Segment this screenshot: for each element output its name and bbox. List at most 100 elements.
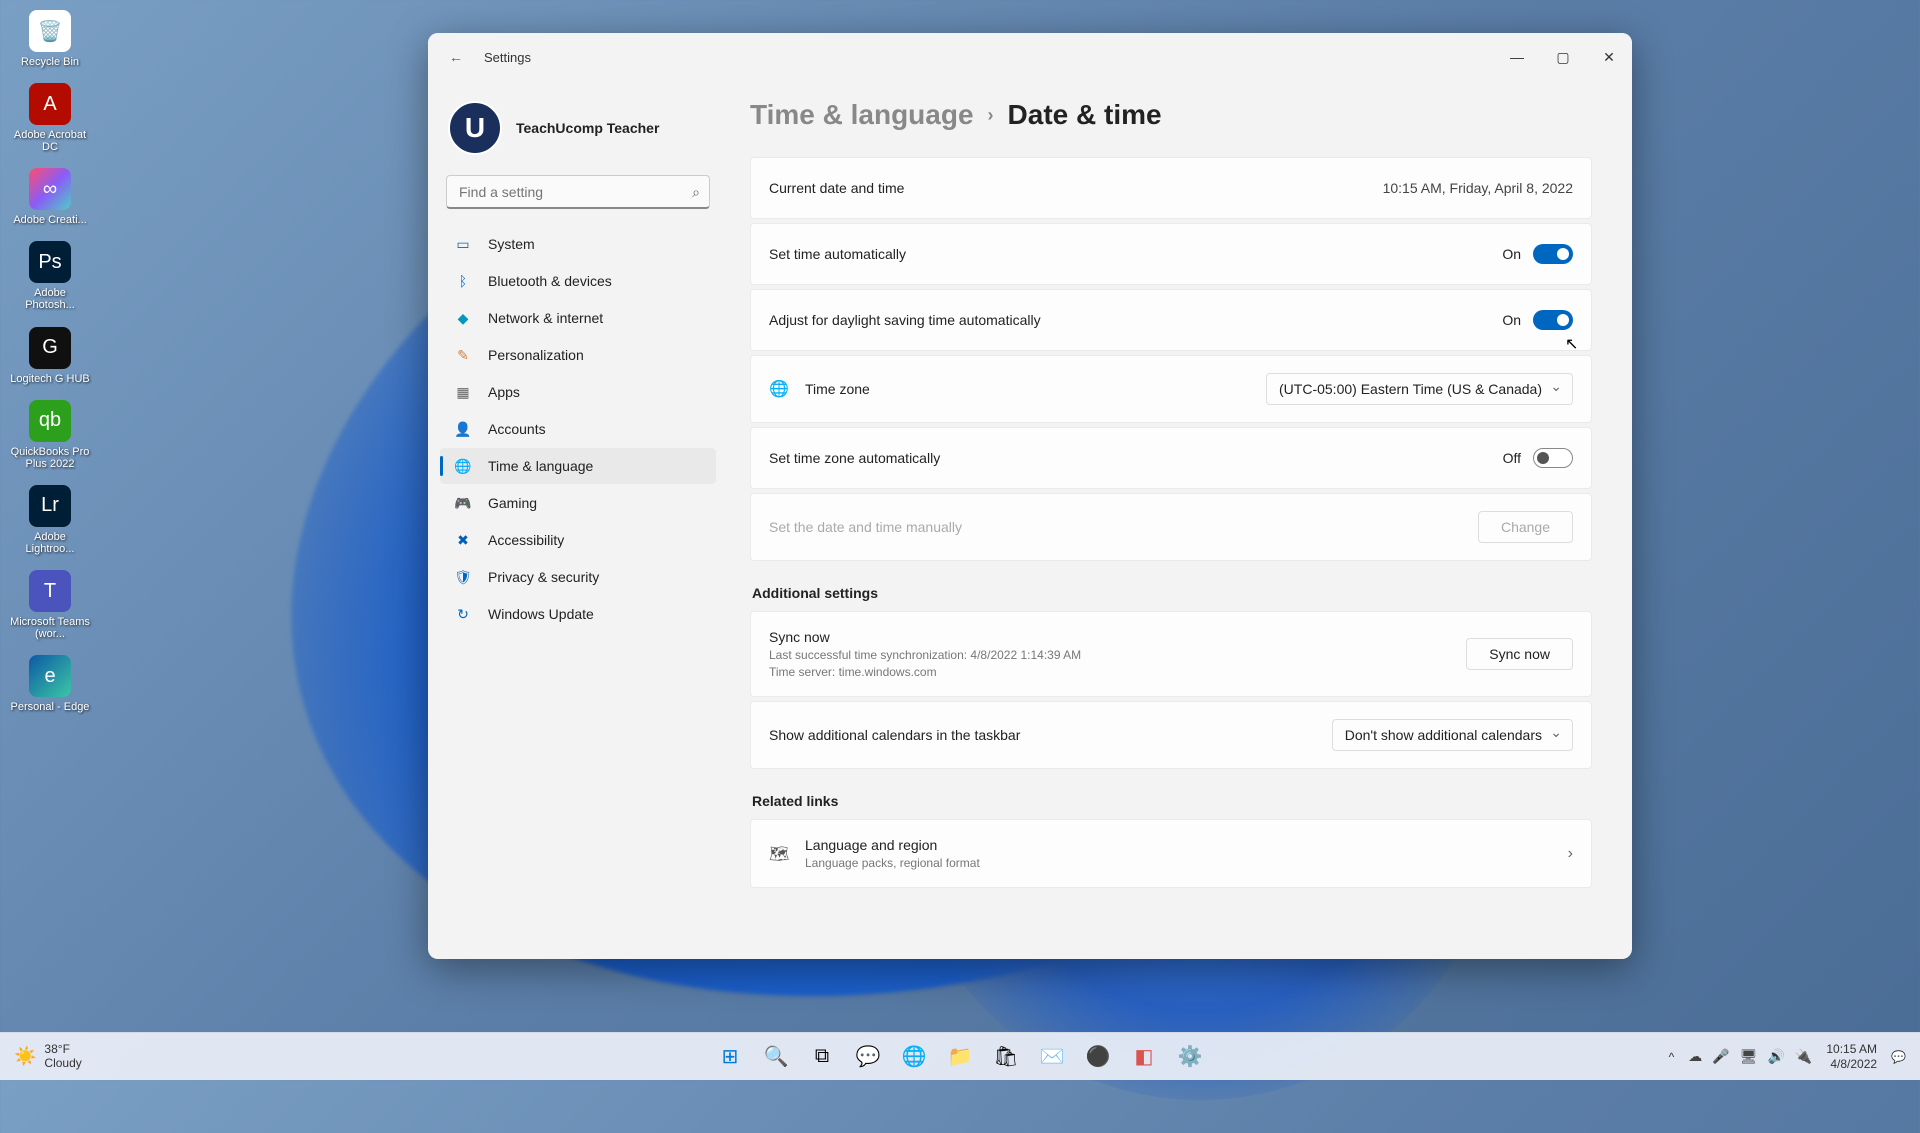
task-view-icon[interactable]: ⧉ — [802, 1037, 842, 1077]
sidebar-item-label: Accounts — [488, 421, 546, 437]
weather-temp: 38°F — [44, 1043, 81, 1056]
desktop-icon-label: Personal - Edge — [10, 701, 90, 713]
desktop-icon-label: Adobe Lightroo... — [10, 531, 90, 555]
sidebar-item-privacy-security[interactable]: 🛡Privacy & security — [440, 559, 716, 595]
sync-server: Time server: time.windows.com — [769, 665, 1466, 679]
sidebar-item-accounts[interactable]: 👤 Accounts — [440, 411, 716, 447]
nav-icon: ᛒ — [454, 272, 472, 290]
calendars-label: Show additional calendars in the taskbar — [769, 727, 1332, 743]
desktop-icon[interactable]: GLogitech G HUB — [10, 327, 90, 385]
related-links-heading: Related links — [752, 793, 1592, 809]
nav-icon: ◆ — [454, 309, 472, 327]
settings-window: ← Settings — ▢ ✕ U TeachUcomp Teacher ⌕ … — [428, 33, 1632, 959]
tz-auto-toggle[interactable] — [1533, 448, 1573, 468]
system-tray[interactable]: ☁ 🎤 🖥 🔊 🔌 — [1688, 1048, 1812, 1065]
sidebar-item-label: Gaming — [488, 495, 537, 511]
close-button[interactable]: ✕ — [1586, 38, 1632, 76]
taskbar-app-icon[interactable]: ⚫ — [1078, 1037, 1118, 1077]
tray-expand-icon[interactable]: ^ — [1669, 1050, 1675, 1064]
calendars-select[interactable]: Don't show additional calendars — [1332, 719, 1573, 751]
chevron-right-icon: › — [1568, 845, 1573, 863]
taskbar-search-icon[interactable]: 🔍 — [756, 1037, 796, 1077]
nav-list: ▭System ᛒ Bluetooth & devices ◆ Network & in… — [436, 225, 720, 633]
sync-now-button[interactable]: Sync now — [1466, 638, 1573, 670]
language-region-link[interactable]: 🗺 Language and region Language packs, re… — [751, 820, 1591, 887]
sidebar-item-label: Network & internet — [488, 310, 603, 326]
profile-section[interactable]: U TeachUcomp Teacher — [436, 91, 720, 175]
timezone-select[interactable]: (UTC-05:00) Eastern Time (US & Canada) — [1266, 373, 1573, 405]
sidebar-item-gaming[interactable]: 🎮Gaming — [440, 485, 716, 521]
desktop-icon[interactable]: PsAdobe Photosh... — [10, 241, 90, 311]
sidebar-item-apps[interactable]: ▦ Apps — [440, 374, 716, 410]
nav-icon: 🌐 — [454, 457, 472, 475]
desktop-icon[interactable]: ∞Adobe Creati... — [10, 168, 90, 226]
taskbar-explorer-icon[interactable]: 📁 — [940, 1037, 980, 1077]
desktop-icon[interactable]: qb QuickBooks Pro Plus 2022 — [10, 400, 90, 470]
taskbar-weather[interactable]: ☀️ 38°F Cloudy — [14, 1043, 82, 1069]
mic-icon[interactable]: 🎤 — [1712, 1048, 1729, 1065]
desktop-icon[interactable]: 🗑️Recycle Bin — [10, 10, 90, 68]
manual-datetime-row: Set the date and time manually Change — [751, 494, 1591, 560]
globe-icon: 🌐 — [769, 379, 791, 399]
sidebar-item-label: Bluetooth & devices — [488, 273, 612, 289]
taskbar-store-icon[interactable]: 🛍 — [986, 1037, 1026, 1077]
network-icon[interactable]: 🔌 — [1795, 1048, 1812, 1065]
display-icon[interactable]: 🖥 — [1740, 1048, 1758, 1065]
sidebar-item-system[interactable]: ▭System — [440, 226, 716, 262]
taskbar-time: 10:15 AM — [1826, 1042, 1877, 1056]
nav-icon: ▦ — [454, 383, 472, 401]
sidebar: U TeachUcomp Teacher ⌕ ▭System ᛒ Bluetooth… — [428, 81, 728, 959]
taskbar-edge-icon[interactable]: 🌐 — [894, 1037, 934, 1077]
nav-icon: ↻ — [454, 605, 472, 623]
content-area: Time & language › Date & time Current da… — [728, 81, 1632, 959]
sidebar-item-windows-update[interactable]: ↻Windows Update — [440, 596, 716, 632]
set-time-auto-row: Set time automatically On — [751, 224, 1591, 284]
dst-auto-row: Adjust for daylight saving time automati… — [751, 290, 1591, 350]
maximize-button[interactable]: ▢ — [1540, 38, 1586, 76]
taskbar-clock[interactable]: 10:15 AM 4/8/2022 — [1826, 1042, 1877, 1071]
sidebar-item-bluetooth-devices[interactable]: ᛒ Bluetooth & devices — [440, 263, 716, 299]
sidebar-item-label: Apps — [488, 384, 520, 400]
sidebar-item-time-language[interactable]: 🌐Time & language — [440, 448, 716, 484]
set-time-auto-state: On — [1502, 246, 1521, 262]
dst-auto-toggle[interactable] — [1533, 310, 1573, 330]
search-wrapper: ⌕ — [446, 175, 710, 209]
sidebar-item-network-internet[interactable]: ◆ Network & internet — [440, 300, 716, 336]
chevron-right-icon: › — [988, 105, 994, 126]
onedrive-icon[interactable]: ☁ — [1688, 1048, 1702, 1065]
minimize-button[interactable]: — — [1494, 38, 1540, 76]
set-time-auto-toggle[interactable] — [1533, 244, 1573, 264]
back-button[interactable]: ← — [438, 39, 474, 75]
sidebar-item-personalization[interactable]: ✎Personalization — [440, 337, 716, 373]
sync-last: Last successful time synchronization: 4/… — [769, 648, 1466, 662]
app-icon: Lr — [29, 485, 71, 527]
tz-auto-label: Set time zone automatically — [769, 450, 1503, 466]
desktop-icon-label: Adobe Acrobat DC — [10, 129, 90, 153]
start-button[interactable]: ⊞ — [710, 1037, 750, 1077]
taskbar-mail-icon[interactable]: ✉️ — [1032, 1037, 1072, 1077]
desktop-icon[interactable]: TMicrosoft Teams (wor... — [10, 570, 90, 640]
desktop-icon[interactable]: AAdobe Acrobat DC — [10, 83, 90, 153]
tz-auto-row: Set time zone automatically Off — [751, 428, 1591, 488]
desktop-icon[interactable]: Lr Adobe Lightroo... — [10, 485, 90, 555]
sidebar-item-accessibility[interactable]: ✖Accessibility — [440, 522, 716, 558]
desktop-icon-label: Microsoft Teams (wor... — [10, 616, 90, 640]
taskbar: ☀️ 38°F Cloudy ⊞ 🔍 ⧉ 💬 🌐 📁 🛍 ✉️ ⚫ ◧ ⚙️ ^… — [0, 1032, 1920, 1080]
additional-settings-heading: Additional settings — [752, 585, 1592, 601]
language-region-sub: Language packs, regional format — [805, 856, 1568, 870]
sidebar-item-label: Personalization — [488, 347, 584, 363]
change-button[interactable]: Change — [1478, 511, 1573, 543]
desktop-icon-label: QuickBooks Pro Plus 2022 — [10, 446, 90, 470]
volume-icon[interactable]: 🔊 — [1767, 1048, 1784, 1065]
titlebar: ← Settings — ▢ ✕ — [428, 33, 1632, 81]
nav-icon: 👤 — [454, 420, 472, 438]
taskbar-chat-icon[interactable]: 💬 — [848, 1037, 888, 1077]
search-input[interactable] — [446, 175, 710, 209]
app-icon: qb — [29, 400, 71, 442]
breadcrumb-parent[interactable]: Time & language — [750, 99, 974, 131]
taskbar-settings-icon[interactable]: ⚙️ — [1170, 1037, 1210, 1077]
current-datetime-value: 10:15 AM, Friday, April 8, 2022 — [1383, 180, 1573, 196]
desktop-icon[interactable]: ePersonal - Edge — [10, 655, 90, 713]
notifications-icon[interactable]: 💬 — [1891, 1050, 1906, 1064]
taskbar-app2-icon[interactable]: ◧ — [1124, 1037, 1164, 1077]
